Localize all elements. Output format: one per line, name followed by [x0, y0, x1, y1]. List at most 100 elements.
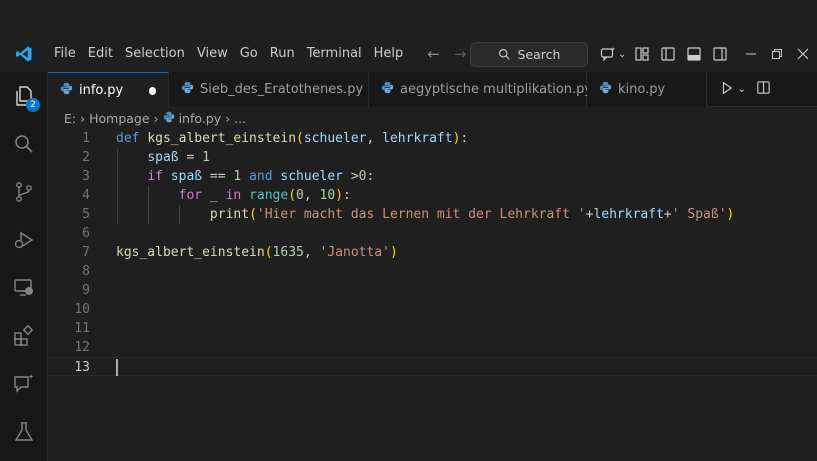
breadcrumb: E: › Hompage › info.py › ...: [48, 107, 817, 129]
search-label: Search: [517, 47, 561, 62]
line-number: 8: [82, 264, 90, 279]
source-control-icon[interactable]: [0, 168, 48, 216]
line-number: 5: [82, 207, 90, 222]
line-number: 1: [82, 131, 90, 146]
code-text: print('Hier macht das Lernen mit der Leh…: [209, 207, 735, 222]
line-number: 3: [82, 169, 90, 184]
title-bar: File Edit Selection View Go Run Terminal…: [0, 36, 817, 72]
code-text: for _ in range(0, 10):: [178, 188, 351, 203]
minimize-icon[interactable]: [745, 45, 757, 64]
chevron-down-icon[interactable]: ⌄: [618, 49, 626, 60]
breadcrumb-more[interactable]: ...: [234, 111, 246, 126]
nav-arrows: ← →: [427, 45, 466, 63]
run-debug-icon[interactable]: [0, 216, 48, 264]
python-file-icon: [163, 111, 175, 126]
tab-label: Sieb_des_Eratothenes.py: [200, 82, 364, 97]
explorer-icon[interactable]: 2: [0, 72, 48, 120]
breadcrumb-drive[interactable]: E:: [64, 111, 76, 126]
menu-help[interactable]: Help: [368, 42, 410, 66]
chevron-right-icon: ›: [153, 110, 159, 126]
code-line-10: 10: [48, 300, 817, 319]
python-file-icon: [599, 81, 612, 98]
layout-customize-icon[interactable]: [632, 44, 652, 64]
layout-controls: ⌄: [598, 36, 730, 72]
tab-label: aegyptische multiplikation.py: [400, 82, 593, 97]
top-strip: [0, 0, 817, 36]
line-number: 9: [82, 283, 90, 298]
toggle-secondary-sidebar-icon[interactable]: [710, 44, 730, 64]
menu-bar: File Edit Selection View Go Run Terminal…: [48, 42, 409, 66]
text-cursor: [116, 359, 118, 376]
menu-edit[interactable]: Edit: [82, 42, 119, 66]
restore-icon[interactable]: [771, 45, 783, 64]
code-line-7: 7 kgs_albert_einstein(1635, 'Janotta'): [48, 243, 817, 262]
close-icon[interactable]: [797, 45, 809, 64]
code-line-6: 6: [48, 224, 817, 243]
run-chevron-icon[interactable]: ⌄: [738, 84, 746, 95]
code-editor[interactable]: 1 def kgs_albert_einstein(schueler, lehr…: [48, 129, 817, 461]
code-text: def kgs_albert_einstein(schueler, lehrkr…: [116, 131, 469, 146]
code-line-3: 3 if spaß == 1 and schueler >0:: [48, 167, 817, 186]
menu-terminal[interactable]: Terminal: [301, 42, 368, 66]
split-editor-icon[interactable]: [756, 80, 771, 99]
run-icon[interactable]: [720, 80, 734, 99]
vscode-logo-icon: [0, 36, 48, 72]
search-icon: [498, 49, 510, 60]
extensions-icon[interactable]: [0, 312, 48, 360]
chevron-right-icon: ›: [225, 110, 231, 126]
tab-aegyptische-multiplikation[interactable]: aegyptische multiplikation.py: [369, 72, 592, 107]
code-line-9: 9: [48, 281, 817, 300]
line-number: 6: [82, 226, 90, 241]
code-line-13-current: 13: [48, 357, 817, 376]
search-view-icon[interactable]: [0, 120, 48, 168]
toggle-panel-icon[interactable]: [684, 44, 704, 64]
window-controls: [745, 36, 809, 72]
breadcrumb-file[interactable]: info.py: [179, 111, 222, 126]
code-line-11: 11: [48, 319, 817, 338]
remote-explorer-icon[interactable]: [0, 264, 48, 312]
line-number: 7: [82, 245, 90, 260]
code-line-4: 4 for _ in range(0, 10):: [48, 186, 817, 205]
code-line-2: 2 spaß = 1: [48, 148, 817, 167]
tab-info-py[interactable]: info.py: [48, 72, 169, 108]
testing-icon[interactable]: [0, 408, 48, 456]
menu-view[interactable]: View: [191, 42, 234, 66]
line-number: 12: [74, 340, 90, 355]
breadcrumb-folder[interactable]: Hompage: [89, 111, 149, 126]
line-number: 4: [82, 188, 90, 203]
tab-kino-py[interactable]: kino.py: [587, 72, 707, 107]
explorer-badge: 2: [26, 98, 40, 112]
menu-file[interactable]: File: [48, 42, 82, 66]
menu-selection[interactable]: Selection: [119, 42, 191, 66]
line-number: 13: [74, 360, 90, 375]
back-arrow-icon[interactable]: ←: [427, 45, 440, 63]
tab-label: kino.py: [618, 82, 666, 97]
line-number: 10: [74, 302, 90, 317]
code-line-12: 12: [48, 338, 817, 357]
code-line-8: 8: [48, 262, 817, 281]
tab-sieb-des-eratothenes[interactable]: Sieb_des_Eratothenes.py: [169, 72, 369, 107]
code-text: kgs_albert_einstein(1635, 'Janotta'): [116, 245, 398, 260]
python-file-icon: [181, 81, 194, 98]
python-file-icon: [60, 82, 73, 99]
forward-arrow-icon[interactable]: →: [454, 45, 467, 63]
editor-actions: ⌄: [720, 72, 817, 107]
activity-bar: 2: [0, 72, 48, 461]
line-number: 11: [74, 321, 90, 336]
chevron-right-icon: ›: [80, 110, 86, 126]
copilot-icon[interactable]: [598, 44, 618, 64]
python-file-icon: [381, 81, 394, 98]
unsaved-dot-icon[interactable]: [149, 86, 156, 95]
search-box[interactable]: Search: [470, 42, 588, 67]
menu-run[interactable]: Run: [264, 42, 301, 66]
menu-go[interactable]: Go: [234, 42, 264, 66]
code-line-5: 5 print('Hier macht das Lernen mit der L…: [48, 205, 817, 224]
code-text: spaß = 1: [147, 150, 210, 165]
toggle-primary-sidebar-icon[interactable]: [658, 44, 678, 64]
code-text: if spaß == 1 and schueler >0:: [147, 169, 375, 184]
tab-label: info.py: [79, 83, 124, 98]
chat-icon[interactable]: [0, 360, 48, 408]
code-line-1: 1 def kgs_albert_einstein(schueler, lehr…: [48, 129, 817, 148]
editor-tabs: info.py Sieb_des_Eratothenes.py aegyptis…: [48, 72, 817, 108]
line-number: 2: [82, 150, 90, 165]
